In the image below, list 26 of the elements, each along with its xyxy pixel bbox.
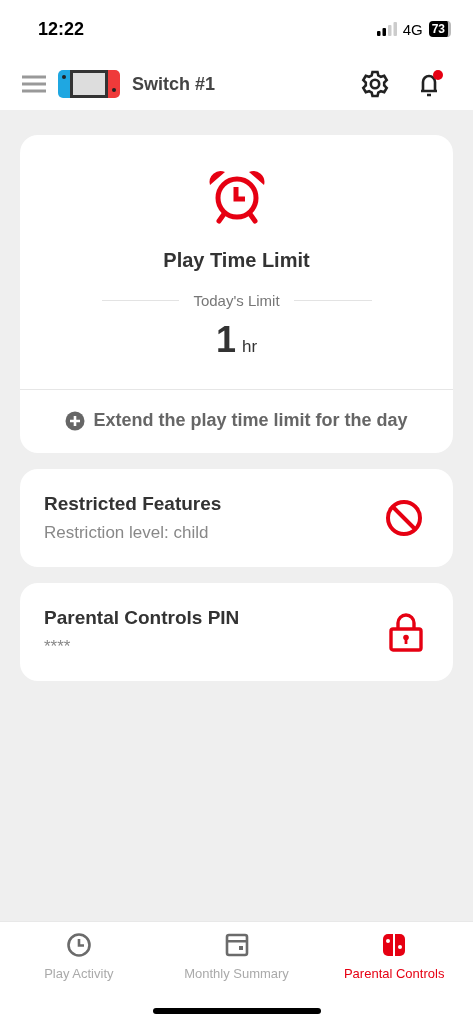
limit-unit: hr: [241, 337, 258, 357]
limit-value: 1: [215, 319, 236, 361]
settings-button[interactable]: [361, 70, 389, 98]
padlock-icon: [389, 612, 423, 652]
signal-icon: [376, 22, 397, 36]
console-icon: [58, 70, 120, 98]
calendar-icon: [223, 932, 250, 958]
card-title: Play Time Limit: [163, 249, 310, 272]
prohibited-icon: [385, 499, 423, 537]
extend-limit-button[interactable]: Extend the play time limit for the day: [65, 390, 408, 453]
card-detail: ****: [44, 637, 71, 657]
network-label: 4G: [402, 20, 423, 38]
plus-icon: [65, 410, 86, 431]
tab[interactable]: Parental Controls: [315, 922, 473, 986]
menu-button[interactable]: [22, 74, 46, 94]
battery-level: 73: [428, 21, 451, 37]
card-title: Parental Controls PIN: [44, 607, 240, 629]
limit-label: Today's Limit: [193, 292, 280, 309]
card-detail: Restriction level: child: [44, 523, 209, 543]
status-time: 12:22: [38, 18, 86, 40]
settings-card[interactable]: Parental Controls PIN ****: [20, 583, 453, 681]
card-title: Restricted Features: [44, 493, 222, 515]
settings-card[interactable]: Restricted Features Restriction level: child: [20, 469, 453, 567]
device-name: Switch #1: [132, 73, 217, 95]
console-icon: [381, 932, 408, 958]
clock-icon: [65, 932, 92, 958]
